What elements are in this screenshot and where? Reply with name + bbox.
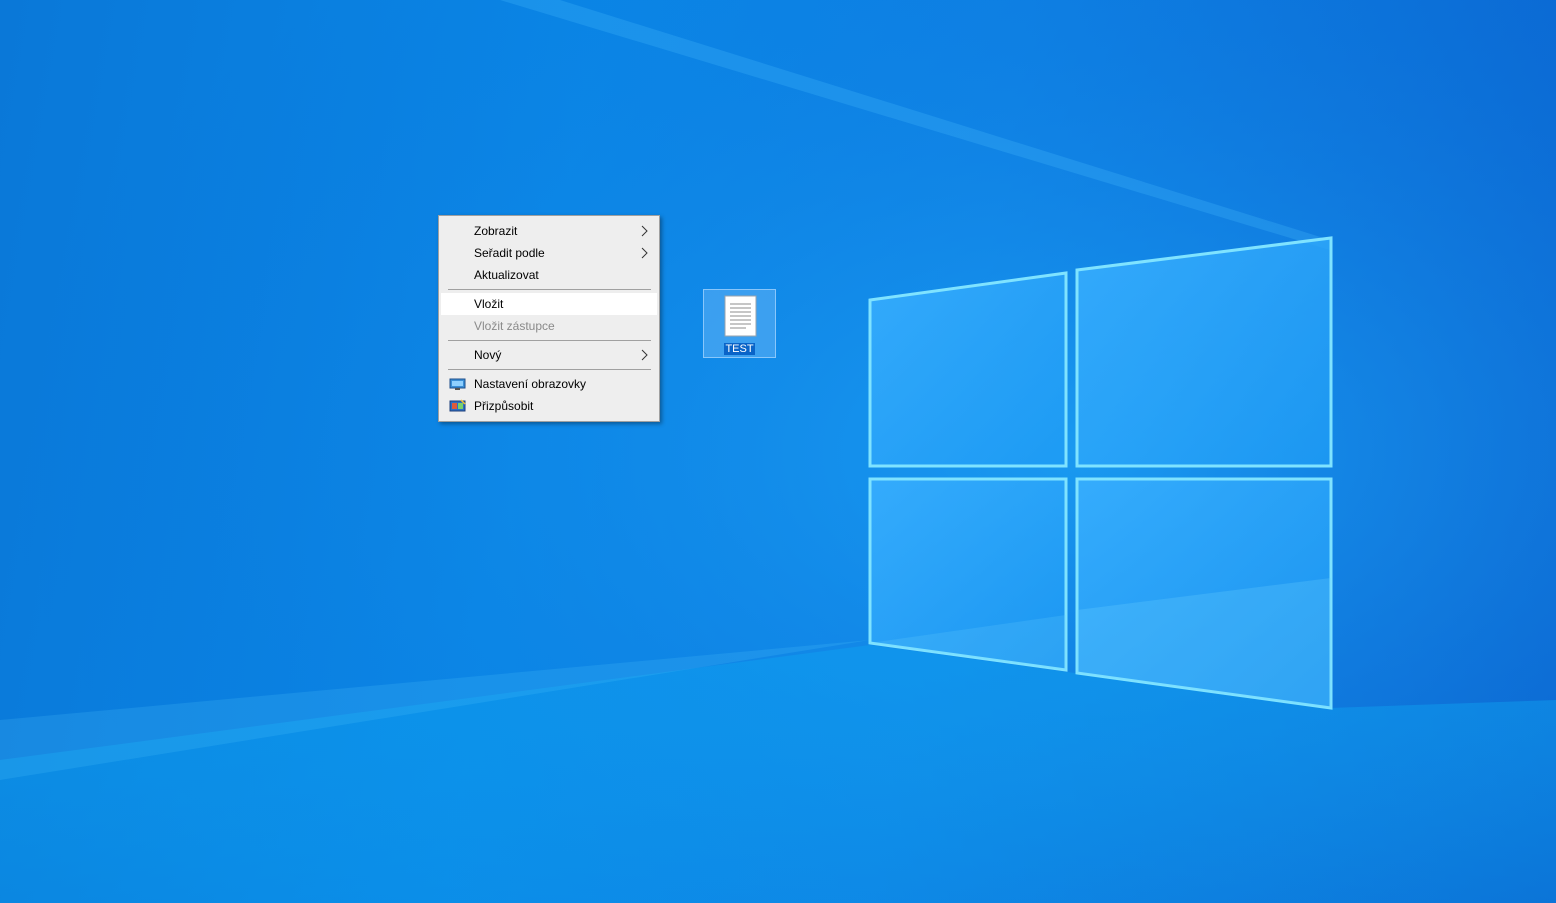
menu-item-label: Přizpůsobit — [474, 399, 534, 413]
desktop-icon-test[interactable]: TEST — [703, 289, 776, 358]
menu-item-label: Seřadit podle — [474, 246, 545, 260]
menu-item-label: Nastavení obrazovky — [474, 377, 587, 391]
menu-item-seradit-podle[interactable]: Seřadit podle — [441, 242, 657, 264]
chevron-right-icon — [641, 247, 648, 259]
menu-separator — [448, 289, 651, 290]
text-document-icon — [724, 295, 757, 337]
windows-wallpaper — [0, 0, 1556, 903]
desktop[interactable]: TEST Zobrazit Seřadit podle Aktualizovat… — [0, 0, 1556, 903]
menu-item-label: Vložit zástupce — [474, 319, 555, 333]
menu-item-label: Zobrazit — [474, 224, 518, 238]
menu-item-novy[interactable]: Nový — [441, 344, 657, 366]
personalize-icon — [449, 399, 466, 412]
menu-item-aktualizovat[interactable]: Aktualizovat — [441, 264, 657, 286]
menu-item-label: Vložit — [474, 297, 504, 311]
menu-item-vlozit[interactable]: Vložit — [441, 293, 657, 315]
chevron-right-icon — [641, 349, 648, 361]
desktop-icon-label: TEST — [724, 343, 755, 355]
menu-separator — [448, 369, 651, 370]
menu-item-vlozit-zastupce[interactable]: Vložit zástupce — [441, 315, 657, 337]
menu-item-label: Nový — [474, 348, 502, 362]
menu-item-zobrazit[interactable]: Zobrazit — [441, 220, 657, 242]
desktop-context-menu: Zobrazit Seřadit podle Aktualizovat Vlož… — [438, 215, 660, 422]
menu-separator — [448, 340, 651, 341]
display-settings-icon — [449, 378, 466, 390]
menu-item-nastaveni-obrazovky[interactable]: Nastavení obrazovky — [441, 373, 657, 395]
menu-item-label: Aktualizovat — [474, 268, 539, 282]
chevron-right-icon — [641, 225, 648, 237]
menu-item-prizpusobit[interactable]: Přizpůsobit — [441, 395, 657, 417]
